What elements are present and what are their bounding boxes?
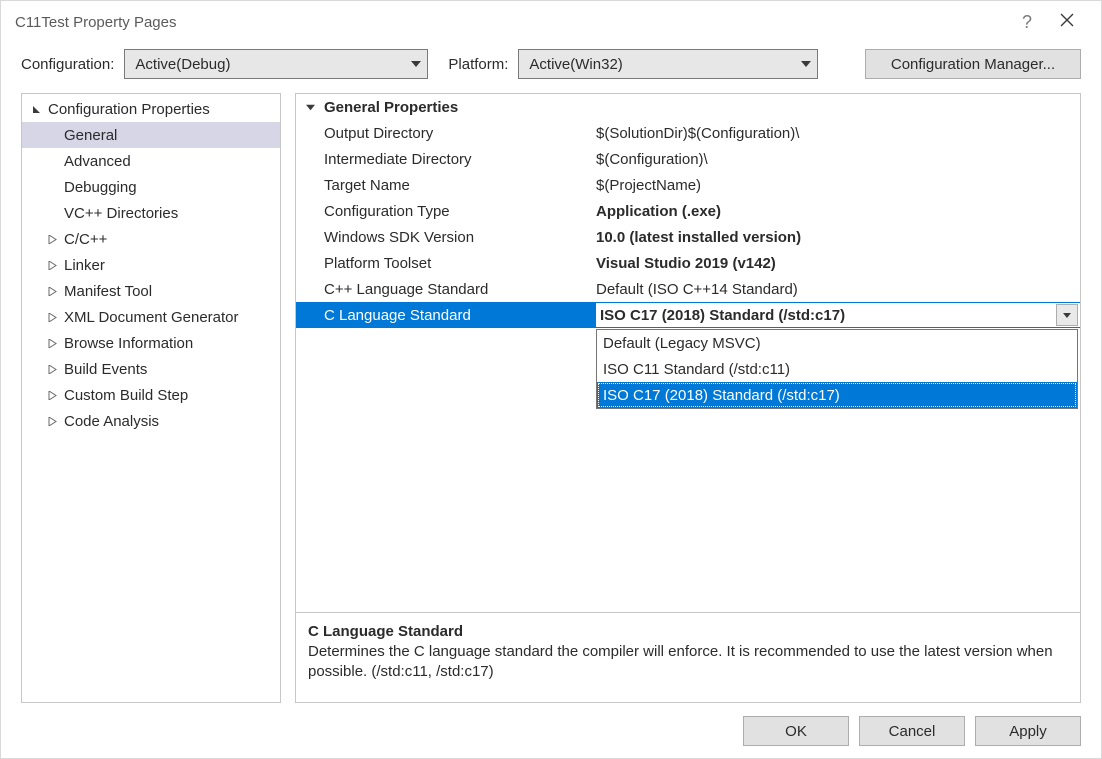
configuration-value: Active(Debug) (135, 56, 403, 73)
value-dropdown-list[interactable]: Default (Legacy MSVC)ISO C11 Standard (/… (596, 329, 1078, 409)
tree-item[interactable]: Linker (22, 252, 280, 278)
property-value[interactable]: $(ProjectName) (596, 177, 1080, 194)
tree-item[interactable]: Manifest Tool (22, 278, 280, 304)
config-toolbar: Configuration: Active(Debug) Platform: A… (1, 43, 1101, 93)
dropdown-option[interactable]: Default (Legacy MSVC) (597, 330, 1077, 356)
property-value[interactable]: Application (.exe) (596, 203, 1080, 220)
property-name: C++ Language Standard (324, 281, 596, 298)
property-group-title: General Properties (324, 99, 458, 116)
configuration-combo[interactable]: Active(Debug) (124, 49, 428, 79)
property-name: C Language Standard (324, 307, 596, 324)
tree-item-label: Advanced (64, 153, 131, 170)
property-row[interactable]: C Language StandardISO C17 (2018) Standa… (296, 302, 1080, 328)
property-row[interactable]: Intermediate Directory$(Configuration)\ (296, 146, 1080, 172)
tree-expand-icon[interactable] (48, 287, 64, 296)
property-grid: General Properties Output Directory$(Sol… (295, 93, 1081, 613)
tree-item[interactable]: Code Analysis (22, 408, 280, 434)
platform-value: Active(Win32) (529, 56, 793, 73)
value-dropdown-button[interactable] (1056, 304, 1078, 326)
platform-label: Platform: (448, 56, 508, 73)
tree-expand-icon[interactable] (48, 235, 64, 244)
property-group-header[interactable]: General Properties (296, 94, 1080, 120)
title-bar: C11Test Property Pages ? (1, 1, 1101, 43)
tree-item-label: Code Analysis (64, 413, 159, 430)
property-name: Intermediate Directory (324, 151, 596, 168)
property-name: Output Directory (324, 125, 596, 142)
description-text: Determines the C language standard the c… (308, 642, 1068, 683)
tree-item[interactable]: Build Events (22, 356, 280, 382)
tree-item-label: Build Events (64, 361, 147, 378)
property-value[interactable]: Default (ISO C++14 Standard) (596, 281, 1080, 298)
property-value[interactable]: 10.0 (latest installed version) (596, 229, 1080, 246)
property-row[interactable]: Target Name$(ProjectName) (296, 172, 1080, 198)
configuration-manager-button[interactable]: Configuration Manager... (865, 49, 1081, 79)
property-name: Target Name (324, 177, 596, 194)
window-title: C11Test Property Pages (15, 14, 1007, 31)
tree-item-label: Browse Information (64, 335, 193, 352)
apply-button[interactable]: Apply (975, 716, 1081, 746)
tree-expand-icon[interactable] (48, 339, 64, 348)
tree-item-label: General (64, 127, 117, 144)
tree-item[interactable]: General (22, 122, 280, 148)
property-row[interactable]: Output Directory$(SolutionDir)$(Configur… (296, 120, 1080, 146)
property-value[interactable]: ISO C17 (2018) Standard (/std:c17) (596, 302, 1080, 328)
description-title: C Language Standard (308, 623, 1068, 640)
property-value[interactable]: $(SolutionDir)$(Configuration)\ (596, 125, 1080, 142)
tree-item[interactable]: XML Document Generator (22, 304, 280, 330)
tree-expand-icon[interactable] (48, 261, 64, 270)
tree-item[interactable]: Debugging (22, 174, 280, 200)
tree-item[interactable]: C/C++ (22, 226, 280, 252)
ok-button[interactable]: OK (743, 716, 849, 746)
tree-item-label: Manifest Tool (64, 283, 152, 300)
property-row[interactable]: C++ Language StandardDefault (ISO C++14 … (296, 276, 1080, 302)
tree-root[interactable]: Configuration Properties (22, 96, 280, 122)
nav-tree[interactable]: Configuration Properties General Advanced… (21, 93, 281, 703)
dropdown-option[interactable]: ISO C17 (2018) Standard (/std:c17) (597, 382, 1077, 408)
platform-combo[interactable]: Active(Win32) (518, 49, 818, 79)
property-row[interactable]: Windows SDK Version10.0 (latest installe… (296, 224, 1080, 250)
tree-root-label: Configuration Properties (48, 101, 210, 118)
tree-item[interactable]: Advanced (22, 148, 280, 174)
tree-expand-icon[interactable] (48, 313, 64, 322)
dialog-buttons: OK Cancel Apply (743, 716, 1081, 746)
cancel-button[interactable]: Cancel (859, 716, 965, 746)
tree-item-label: VC++ Directories (64, 205, 178, 222)
tree-collapse-icon[interactable] (32, 105, 48, 114)
tree-item[interactable]: VC++ Directories (22, 200, 280, 226)
tree-expand-icon[interactable] (48, 365, 64, 374)
group-collapse-icon[interactable] (306, 103, 324, 112)
tree-item[interactable]: Browse Information (22, 330, 280, 356)
property-name: Platform Toolset (324, 255, 596, 272)
tree-item-label: Custom Build Step (64, 387, 188, 404)
help-icon[interactable]: ? (1007, 12, 1047, 33)
tree-expand-icon[interactable] (48, 391, 64, 400)
tree-item-label: Debugging (64, 179, 137, 196)
tree-item-label: Linker (64, 257, 105, 274)
property-name: Windows SDK Version (324, 229, 596, 246)
tree-item[interactable]: Custom Build Step (22, 382, 280, 408)
tree-item-label: C/C++ (64, 231, 107, 248)
tree-item-label: XML Document Generator (64, 309, 239, 326)
configuration-label: Configuration: (21, 56, 114, 73)
description-panel: C Language Standard Determines the C lan… (295, 613, 1081, 703)
chevron-down-icon (801, 61, 811, 67)
property-value[interactable]: $(Configuration)\ (596, 151, 1080, 168)
tree-expand-icon[interactable] (48, 417, 64, 426)
property-row[interactable]: Platform ToolsetVisual Studio 2019 (v142… (296, 250, 1080, 276)
close-button[interactable] (1047, 13, 1087, 31)
dropdown-option[interactable]: ISO C11 Standard (/std:c11) (597, 356, 1077, 382)
property-value[interactable]: Visual Studio 2019 (v142) (596, 255, 1080, 272)
property-row[interactable]: Configuration TypeApplication (.exe) (296, 198, 1080, 224)
chevron-down-icon (411, 61, 421, 67)
property-name: Configuration Type (324, 203, 596, 220)
